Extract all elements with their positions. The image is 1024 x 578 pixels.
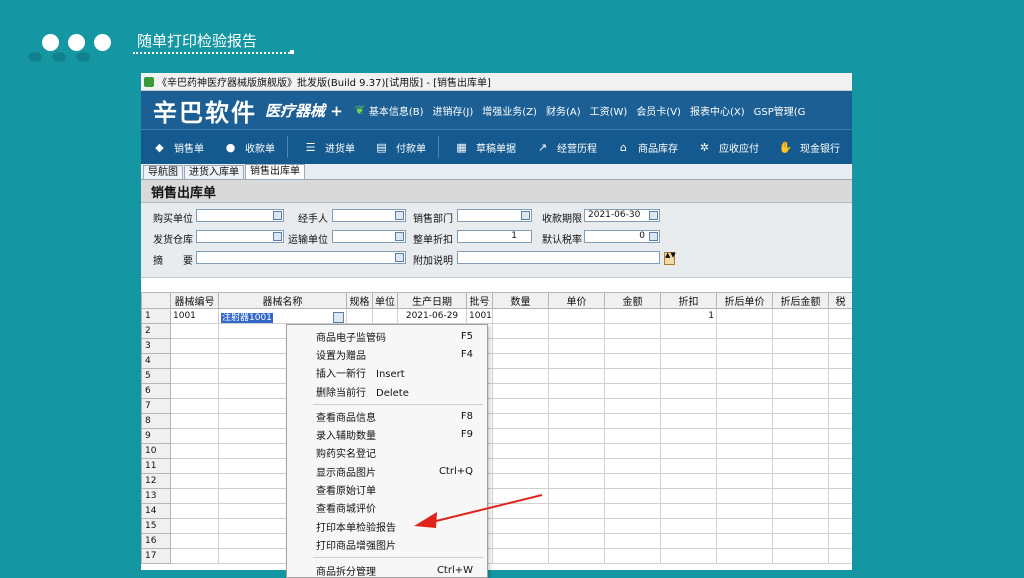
arrow-shaft [431,494,543,523]
annotation-arrow [414,494,543,528]
arrow-head [414,512,437,528]
